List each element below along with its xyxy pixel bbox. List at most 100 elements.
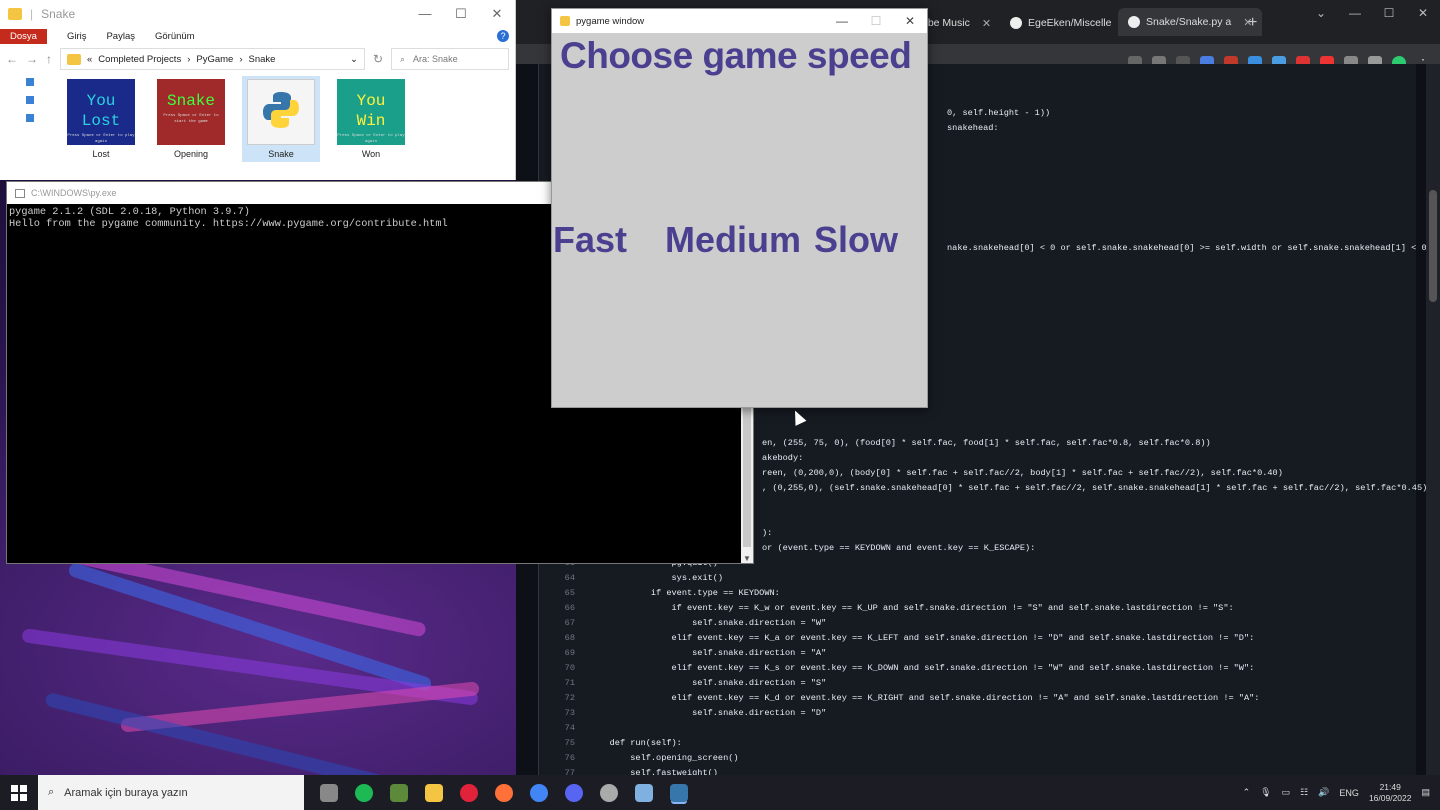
maximize-icon[interactable]: ☐ [443, 6, 479, 22]
code-line: 73 self.snake.direction = "D" [539, 706, 827, 721]
file-item-opening[interactable]: Snake Press Space or Enter to start the … [152, 76, 230, 162]
volume-icon[interactable]: 🔊 [1318, 787, 1329, 798]
speed-heading: Choose game speed [560, 35, 912, 76]
line-code: elif event.key == K_s or event.key == K_… [589, 663, 1255, 673]
spotify-icon[interactable] [355, 783, 373, 802]
speed-option-fast[interactable]: Fast [553, 219, 627, 261]
notification-icon[interactable]: ▤ [1421, 787, 1430, 798]
firefox-icon[interactable] [495, 783, 513, 802]
navigation-pane [26, 78, 38, 132]
line-code: if event.key == K_w or event.key == K_UP… [589, 603, 1234, 613]
ribbon-tab-view[interactable]: Görünüm [155, 31, 195, 42]
line-code: self.snake.direction = "A" [589, 648, 827, 658]
language-indicator[interactable]: ENG [1339, 788, 1359, 798]
python-file-icon [247, 79, 315, 145]
maximize-icon[interactable]: ☐ [1372, 6, 1406, 20]
close-icon[interactable]: ✕ [982, 17, 991, 30]
close-icon[interactable]: ✕ [893, 14, 927, 28]
explorer-address-row: ← → ↑ « Completed Projects › PyGame › Sn… [0, 44, 515, 74]
explorer-search-input[interactable]: ⌕ Ara: Snake [391, 48, 509, 70]
chevron-down-icon[interactable]: ⌄ [350, 54, 358, 65]
minimize-icon[interactable]: — [1338, 6, 1372, 20]
battery-icon[interactable]: ▭ [1282, 787, 1291, 798]
line-number: 69 [564, 648, 575, 658]
taskbar-search-input[interactable]: ⌕ Aramak için buraya yazın [38, 775, 304, 810]
minimize-icon[interactable]: — [825, 14, 859, 28]
explorer-content: You Lost Press Space or Enter to play ag… [0, 74, 515, 180]
line-number: 76 [564, 753, 575, 763]
minimize-icon[interactable]: — [407, 6, 443, 22]
network-icon[interactable]: ☷ [1300, 787, 1308, 798]
search-icon: ⌕ [48, 786, 55, 798]
line-code: def run(self): [589, 738, 682, 748]
python-icon[interactable] [670, 783, 688, 802]
address-bar[interactable]: « Completed Projects › PyGame › Snake ⌄ [60, 48, 365, 70]
tab-snake-py[interactable]: Snake/Snake.py a ✕ [1118, 8, 1263, 36]
line-number: 64 [564, 573, 575, 583]
pygame-title: pygame window [576, 15, 645, 27]
code-line: 64 sys.exit() [539, 571, 723, 586]
minecraft-icon[interactable] [390, 783, 408, 802]
tab-search-icon[interactable]: ⌄ [1304, 6, 1338, 20]
speed-option-slow[interactable]: Slow [814, 219, 898, 261]
speed-option-medium[interactable]: Medium [665, 219, 801, 261]
app-icon[interactable] [635, 783, 653, 802]
code-fragment: snakehead: [947, 123, 999, 133]
breadcrumb-pygame[interactable]: PyGame [196, 54, 233, 65]
new-tab-button[interactable]: + [1248, 14, 1257, 32]
line-number: 70 [564, 663, 575, 673]
close-icon[interactable]: ✕ [479, 6, 515, 22]
file-item-snake[interactable]: Snake [242, 76, 320, 162]
file-item-won[interactable]: You Win Press Space or Enter to play aga… [332, 76, 410, 162]
image-thumbnail: Snake Press Space or Enter to start the … [157, 79, 225, 145]
ribbon-tab-file[interactable]: Dosya [0, 28, 47, 44]
line-number: 68 [564, 633, 575, 643]
line-code: self.snake.direction = "S" [589, 678, 827, 688]
discord-icon[interactable] [565, 783, 583, 802]
pygame-titlebar: pygame window — ☐ ✕ [552, 9, 927, 33]
up-icon[interactable]: ↑ [46, 52, 52, 66]
refresh-icon[interactable]: ↻ [373, 52, 383, 66]
breadcrumb-snake[interactable]: Snake [249, 54, 276, 65]
help-icon[interactable]: ? [497, 30, 509, 42]
file-explorer-window: | Snake — ☐ ✕ Dosya Giriş Paylaş Görünüm… [0, 0, 516, 180]
code-line: 68 elif event.key == K_a or event.key ==… [539, 631, 1255, 646]
line-number: 65 [564, 588, 575, 598]
line-number: 72 [564, 693, 575, 703]
wallpaper-decoration [0, 560, 520, 780]
folder-icon [67, 53, 81, 65]
file-item-lost[interactable]: You Lost Press Space or Enter to play ag… [62, 76, 140, 162]
chrome-icon[interactable] [530, 783, 548, 802]
console-title: C:\WINDOWS\py.exe [31, 188, 117, 198]
opera-icon[interactable] [460, 783, 478, 802]
code-line: 75 def run(self): [539, 736, 682, 751]
chevron-down-icon[interactable]: ▼ [741, 554, 753, 563]
system-tray: ⌃ 🎙 ▭ ☷ 🔊 ENG 21:49 16/09/2022 ▤ [1243, 782, 1440, 804]
code-fragment: ): [762, 528, 773, 538]
explorer-title: Snake [41, 7, 76, 21]
page-scrollbar[interactable] [1426, 64, 1440, 775]
code-fragment: nake.snakehead[0] < 0 or self.snake.snak… [947, 243, 1440, 253]
ribbon-tab-share[interactable]: Paylaş [106, 31, 135, 42]
ribbon-tab-home[interactable]: Giriş [67, 31, 87, 42]
line-number: 74 [564, 723, 575, 733]
explorer-titlebar: | Snake — ☐ ✕ [0, 0, 515, 28]
taskbar-apps [304, 783, 688, 802]
start-button[interactable] [0, 775, 38, 810]
code-fragment: en, (255, 75, 0), (food[0] * self.fac, f… [762, 438, 1211, 448]
forward-icon[interactable]: → [26, 52, 38, 66]
microphone-icon[interactable]: 🎙 [1260, 787, 1271, 798]
maximize-icon[interactable]: ☐ [859, 14, 893, 28]
app-icon[interactable] [320, 783, 338, 802]
code-line: 67 self.snake.direction = "W" [539, 616, 827, 631]
clock[interactable]: 21:49 16/09/2022 [1369, 782, 1412, 804]
code-fragment: or (event.type == KEYDOWN and event.key … [762, 543, 1036, 553]
search-icon: ⌕ [400, 53, 406, 64]
obs-icon[interactable] [600, 783, 618, 802]
file-explorer-icon[interactable] [425, 783, 443, 802]
image-thumbnail: You Lost Press Space or Enter to play ag… [67, 79, 135, 145]
chevron-up-icon[interactable]: ⌃ [1243, 787, 1251, 798]
breadcrumb-completed-projects[interactable]: Completed Projects [98, 54, 181, 65]
close-icon[interactable]: ✕ [1406, 6, 1440, 20]
back-icon[interactable]: ← [6, 52, 18, 66]
